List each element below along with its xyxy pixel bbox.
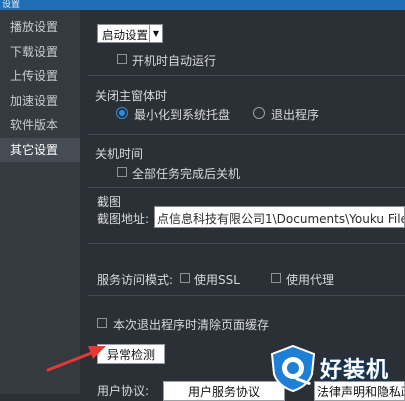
- user-service-agreement-button[interactable]: 用户服务协议: [163, 381, 285, 401]
- startup-dropdown[interactable]: 启动设置 ▼: [97, 24, 163, 43]
- watermark-text: 好装机: [320, 358, 390, 383]
- proxy-label: 使用代理: [286, 273, 335, 287]
- startup-dropdown-value: 启动设置: [102, 28, 148, 42]
- watermark-logo: 好装机: [268, 344, 405, 394]
- sidebar-item-acceleration[interactable]: 加速设置: [0, 89, 80, 114]
- settings-sidebar: 播放设置 下载设置 上传设置 加速设置 软件版本 其它设置: [0, 10, 80, 394]
- divider: [88, 187, 405, 188]
- dropdown-arrow-icon[interactable]: ▼: [149, 25, 162, 42]
- settings-content: 启动设置 ▼ 开机时自动运行 关闭主窗体时 最小化到系统托盘 退出程序 关机时间…: [88, 10, 405, 401]
- user-agreement-label: 用户协议:: [97, 384, 150, 398]
- ssl-label: 使用SSL: [194, 273, 240, 287]
- autorun-label: 开机时自动运行: [132, 54, 217, 68]
- window-titlebar: 设置: [0, 0, 405, 10]
- exit-program-label: 退出程序: [271, 108, 320, 122]
- service-mode-label: 服务访问模式:: [97, 273, 174, 287]
- clear-cache-label: 本次退出程序时清除页面缓存: [113, 318, 270, 332]
- sidebar-item-playback[interactable]: 播放设置: [0, 15, 80, 40]
- watermark-shield-icon: [270, 344, 316, 392]
- minimize-to-tray-label: 最小化到系统托盘: [134, 108, 231, 122]
- divider: [88, 134, 405, 135]
- minimize-to-tray-radio[interactable]: [116, 107, 128, 119]
- screenshot-path-input[interactable]: 点信息科技有限公司1\Documents\Youku Files\pic: [154, 206, 405, 228]
- screenshot-path-label: 截图地址:: [97, 212, 150, 226]
- sidebar-item-version[interactable]: 软件版本: [0, 113, 80, 138]
- exit-program-radio[interactable]: [253, 107, 265, 119]
- sidebar-item-upload[interactable]: 上传设置: [0, 64, 80, 89]
- screenshot-path-value: 点信息科技有限公司1\Documents\Youku Files\pic: [157, 212, 404, 226]
- sidebar-item-other[interactable]: 其它设置: [0, 137, 80, 162]
- divider: [88, 295, 405, 296]
- divider: [88, 243, 405, 244]
- ssl-checkbox[interactable]: [180, 273, 190, 283]
- autorun-checkbox[interactable]: [117, 54, 127, 64]
- divider: [88, 75, 405, 76]
- proxy-checkbox[interactable]: [271, 273, 281, 283]
- shutdown-label: 全部任务完成后关机: [132, 167, 241, 181]
- sidebar-item-download[interactable]: 下载设置: [0, 40, 80, 65]
- anomaly-check-button[interactable]: 异常检测: [97, 344, 165, 364]
- clear-cache-checkbox[interactable]: [97, 318, 107, 328]
- screenshot-heading: 截图: [97, 195, 122, 209]
- window-title: 设置: [2, 0, 21, 10]
- shutdown-heading: 关机时间: [95, 147, 144, 161]
- shutdown-checkbox[interactable]: [117, 167, 127, 177]
- close-main-heading: 关闭主窗体时: [95, 89, 168, 103]
